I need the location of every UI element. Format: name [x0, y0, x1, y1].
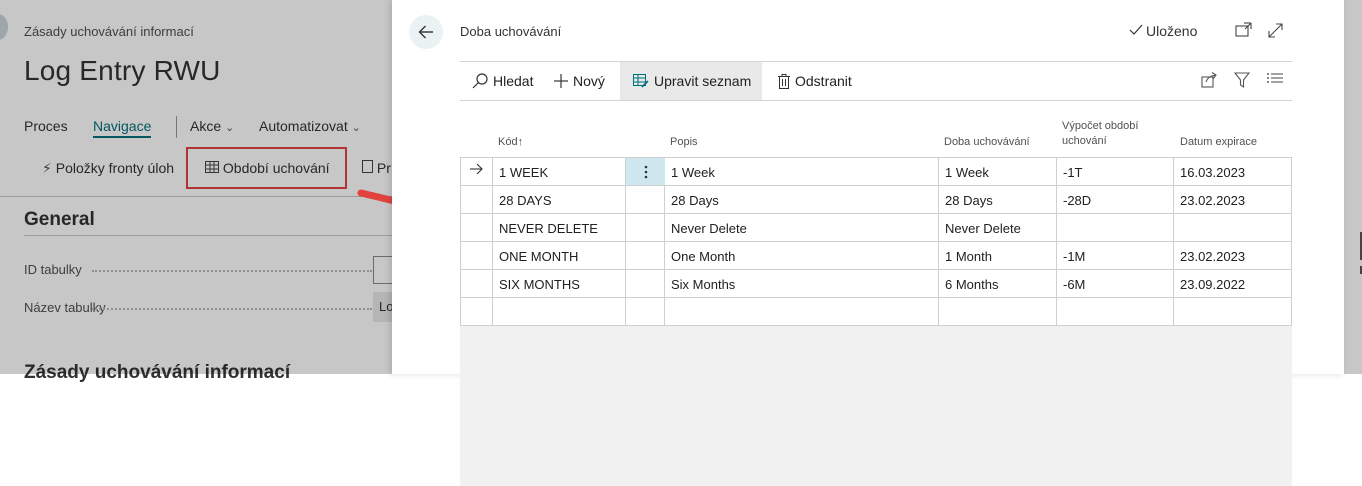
- new-button[interactable]: Nový: [554, 62, 605, 100]
- cell-expiry[interactable]: 23.09.2022: [1174, 270, 1245, 297]
- cell-description[interactable]: 1 Week: [665, 158, 715, 185]
- cell-expiry[interactable]: 23.02.2023: [1174, 242, 1245, 269]
- column-header-period[interactable]: Doba uchovávání: [944, 135, 1030, 150]
- search-button[interactable]: Hledat: [472, 62, 533, 100]
- row-actions-button[interactable]: [626, 158, 665, 185]
- search-icon: [472, 73, 488, 89]
- cell-period[interactable]: 1 Month: [939, 242, 992, 269]
- column-header-expiry[interactable]: Datum expirace: [1180, 135, 1257, 150]
- saved-status: Uloženo: [1129, 23, 1197, 39]
- search-label: Hledat: [493, 73, 534, 89]
- list-view-icon[interactable]: [1267, 72, 1283, 86]
- column-header-description[interactable]: Popis: [670, 135, 698, 150]
- cell-formula[interactable]: -1T: [1057, 158, 1083, 185]
- table-row[interactable]: ONE MONTH One Month 1 Month -1M 23.02.2023: [461, 242, 1291, 270]
- grid-body: 1 WEEK 1 Week 1 Week -1T 16.03.2023 28 DAYS 28…: [460, 157, 1292, 326]
- delete-label: Odstranit: [795, 73, 852, 89]
- table-row[interactable]: 1 WEEK 1 Week 1 Week -1T 16.03.2023: [461, 158, 1291, 186]
- cell-code[interactable]: ONE MONTH: [493, 242, 578, 269]
- table-row[interactable]: SIX MONTHS Six Months 6 Months -6M 23.09.202…: [461, 270, 1291, 298]
- panel-title: Doba uchovávání: [460, 24, 562, 39]
- action-bar: Hledat Nový Upravit seznam Odstranit: [460, 61, 1292, 101]
- open-in-new-window-icon[interactable]: [1235, 22, 1252, 37]
- new-label: Nový: [573, 73, 605, 89]
- cell-formula[interactable]: -1M: [1057, 242, 1085, 269]
- back-button[interactable]: [409, 15, 443, 49]
- check-icon: [1129, 23, 1143, 39]
- plus-icon: [554, 74, 568, 88]
- more-vertical-icon: [644, 165, 647, 178]
- table-row[interactable]: 28 DAYS 28 Days 28 Days -28D 23.02.2023: [461, 186, 1291, 214]
- column-header-label: Kód: [498, 136, 518, 148]
- column-header-code[interactable]: Kód↑: [498, 135, 523, 150]
- cell-description[interactable]: Six Months: [665, 270, 735, 297]
- share-icon[interactable]: [1201, 72, 1218, 88]
- column-header-formula[interactable]: Výpočet období uchování: [1062, 119, 1162, 149]
- cell-period[interactable]: 28 Days: [939, 186, 993, 213]
- edit-list-button[interactable]: Upravit seznam: [620, 62, 762, 100]
- saved-label: Uloženo: [1146, 23, 1198, 39]
- cell-formula[interactable]: -6M: [1057, 270, 1085, 297]
- row-indicator-arrow-icon: [461, 158, 492, 185]
- cell-period[interactable]: 6 Months: [939, 270, 998, 297]
- cell-period[interactable]: Never Delete: [939, 214, 1021, 241]
- delete-button[interactable]: Odstranit: [778, 62, 852, 100]
- cell-code[interactable]: NEVER DELETE: [493, 214, 598, 241]
- cell-code[interactable]: SIX MONTHS: [493, 270, 580, 297]
- table-row[interactable]: [461, 298, 1291, 326]
- cell-formula[interactable]: -28D: [1057, 186, 1091, 213]
- cell-expiry[interactable]: 16.03.2023: [1174, 158, 1245, 185]
- cell-code[interactable]: 28 DAYS: [493, 186, 552, 213]
- cell-code[interactable]: 1 WEEK: [493, 158, 548, 185]
- trash-icon: [778, 73, 790, 89]
- cell-description[interactable]: Never Delete: [665, 214, 747, 241]
- cell-expiry[interactable]: 23.02.2023: [1174, 186, 1245, 213]
- cell-expiry[interactable]: [1174, 214, 1180, 241]
- cell-period[interactable]: 1 Week: [939, 158, 989, 185]
- grid-empty-area: [460, 326, 1292, 486]
- filter-icon[interactable]: [1234, 72, 1250, 88]
- sort-ascending-icon: ↑: [517, 136, 524, 148]
- cell-formula[interactable]: [1057, 214, 1063, 241]
- edit-list-icon: [633, 74, 649, 88]
- edit-list-label: Upravit seznam: [654, 73, 752, 89]
- arrow-left-icon: [418, 25, 433, 39]
- expand-icon[interactable]: [1267, 22, 1284, 39]
- retention-periods-panel: Doba uchovávání Uloženo Hledat Nový Upra…: [392, 0, 1344, 486]
- cell-description[interactable]: 28 Days: [665, 186, 719, 213]
- cell-description[interactable]: One Month: [665, 242, 735, 269]
- table-row[interactable]: NEVER DELETE Never Delete Never Delete: [461, 214, 1291, 242]
